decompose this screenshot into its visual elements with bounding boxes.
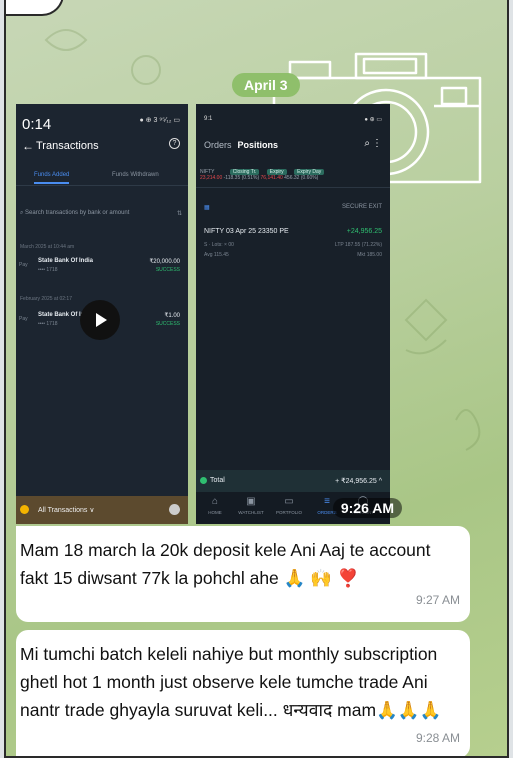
position-pnl: +24,956.25	[346, 228, 382, 235]
total-icon	[200, 477, 207, 484]
watchlist-icon: ▣	[246, 496, 256, 507]
position-ltp: LTP 187.55 (71.22%)	[334, 242, 382, 248]
tab-funds-withdrawn: Funds Withdrawn	[112, 172, 159, 178]
transaction-amount: ₹1.00	[164, 313, 181, 319]
transaction-row: Pay State Bank Of India •••• 1718 ₹20,00…	[16, 256, 188, 278]
screen-title: Transactions	[36, 140, 99, 152]
index-ticker: NIFTY Closing Tr. Expiry Expiry Day 23,2…	[196, 166, 390, 188]
transaction-account: •••• 1718	[38, 321, 58, 327]
transaction-tabs: Funds Added Funds Withdrawn	[16, 168, 188, 186]
position-mkt: Mkt 185.00	[357, 252, 382, 258]
portfolio-icon: ▭	[284, 496, 294, 507]
all-transactions-bar: All Transactions ∨	[16, 496, 188, 524]
transaction-account: •••• 1718	[38, 267, 58, 273]
transaction-date: March 2025 at 10:44 am	[20, 244, 75, 250]
positions-screenshot: 9:1 ● ⊕ ▭ Orders Positions ⌕ ⋮ NIFTY Clos…	[196, 104, 390, 524]
message-text: Mi tumchi batch keleli nahiye but monthl…	[20, 644, 442, 720]
search-icon: ⌕	[364, 138, 370, 149]
ticker-change: -118.35 (0.51%)	[223, 175, 260, 181]
message-time: 9:26 AM	[332, 498, 402, 518]
all-transactions-label: All Transactions ∨	[38, 507, 95, 514]
grid-icon: ▦	[204, 205, 210, 211]
message-text: Mam 18 march la 20k deposit kele Ani Aaj…	[20, 540, 431, 588]
ticker-change-2: 456.32 (0.60%)	[284, 175, 319, 181]
total-value: + ₹24,956.25 ^	[335, 478, 382, 485]
home-icon: ⌂	[211, 496, 219, 507]
search-bar: ⌕ Search transactions by bank or amount …	[20, 210, 182, 217]
transaction-status: SUCCESS	[155, 321, 180, 327]
orders-positions-tabs: Orders Positions	[204, 140, 278, 150]
tab-orders: Orders	[204, 140, 232, 150]
transaction-date: February 2025 at 02:17	[20, 296, 72, 302]
date-separator: April 3	[232, 73, 300, 97]
position-avg: Avg 115.45	[204, 252, 229, 258]
coin-icon	[20, 505, 29, 514]
ticker-value-2: 76,141.40	[260, 175, 283, 181]
transaction-bank: State Bank Of India	[38, 258, 94, 264]
play-button[interactable]	[80, 300, 120, 340]
help-icon: ?	[169, 138, 180, 149]
play-icon	[96, 313, 107, 327]
tab-positions: Positions	[237, 140, 279, 150]
status-icons: ● ⊕ ▭	[364, 117, 382, 123]
message-bubble[interactable]: Mam 18 march la 20k deposit kele Ani Aaj…	[16, 526, 470, 622]
nav-watchlist: WATCHLIST	[238, 510, 264, 515]
back-arrow-icon: ←	[22, 139, 34, 153]
search-placeholder: Search transactions by bank or amount	[25, 210, 130, 216]
secure-exit-label: SECURE EXIT	[341, 204, 382, 210]
bank-icon: Pay	[19, 262, 28, 268]
transaction-amount: ₹20,000.00	[149, 259, 180, 265]
toggle-knob	[169, 504, 180, 515]
transaction-status: SUCCESS	[155, 267, 180, 273]
message-bubble[interactable]: Mi tumchi batch keleli nahiye but monthl…	[16, 630, 470, 756]
status-time: 0:14	[22, 116, 52, 133]
transactions-screenshot: 0:14 ● ⊕ 3 ⁹⁵⁄₁₂ ▭ ← Transactions ? Fund…	[16, 104, 188, 524]
positions-header: ▦ SECURE EXIT	[204, 204, 382, 211]
video-message[interactable]: 0:14 ● ⊕ 3 ⁹⁵⁄₁₂ ▭ ← Transactions ? Fund…	[16, 104, 402, 524]
bank-icon: Pay	[19, 316, 28, 322]
total-bar: Total + ₹24,956.25 ^	[196, 470, 390, 492]
position-lots: S · Lots: × 00	[204, 242, 234, 248]
nav-home: HOME	[208, 510, 222, 515]
position-row: NIFTY 03 Apr 25 23350 PE +24,956.25 S · …	[204, 228, 382, 272]
ticker-value: 23,214.00	[200, 175, 223, 181]
status-icons: ● ⊕ 3 ⁹⁵⁄₁₂ ▭	[139, 117, 180, 124]
more-icon: ⋮	[372, 138, 382, 149]
tab-funds-added: Funds Added	[34, 172, 70, 184]
status-time: 9:1	[204, 116, 213, 122]
message-time: 9:28 AM	[415, 731, 460, 745]
message-time: 9:27 AM	[415, 593, 460, 607]
position-name: NIFTY 03 Apr 25 23350 PE	[204, 228, 289, 235]
chat-window: April 3 0:14 ● ⊕ 3 ⁹⁵⁄₁₂ ▭ ← Transaction…	[4, 0, 509, 758]
filter-icon: ⇅	[176, 211, 182, 217]
total-label: Total	[210, 477, 225, 484]
nav-portfolio: PORTFOLIO	[276, 510, 302, 515]
